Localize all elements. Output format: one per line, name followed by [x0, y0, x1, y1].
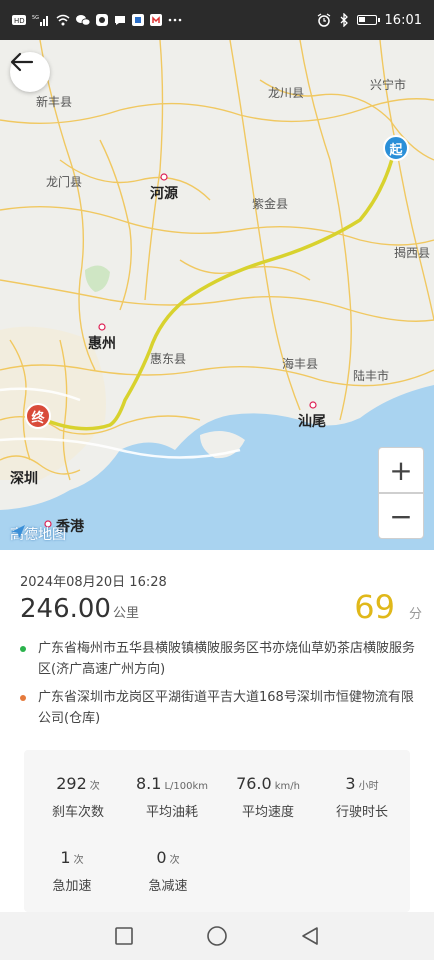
driving-stats: 292 次 刹车次数 8.1 L/100km 平均油耗 76.0 km/h 平均速度 … — [24, 750, 410, 912]
route-end-marker[interactable]: 终 — [25, 403, 51, 429]
square-icon — [115, 927, 133, 945]
map-label-longmen: 龙门县 — [46, 175, 83, 189]
distance-unit: 公里 — [112, 606, 139, 621]
signal-icon: 5G — [32, 13, 50, 27]
map-label-huizhou: 惠州 — [88, 336, 116, 352]
stat-value: 292 — [56, 774, 87, 793]
park-area — [85, 265, 110, 292]
stat-driving-duration: 3 小时 行驶时长 — [314, 774, 410, 820]
stat-value: 3 — [345, 774, 356, 793]
stat-hard-braking: 0次 急减速 — [120, 848, 216, 894]
status-icons: HD 5G — [12, 13, 182, 27]
svg-text:HD: HD — [14, 17, 25, 25]
more-icon — [168, 13, 182, 27]
svg-text:5G: 5G — [32, 15, 39, 21]
heyuan-dot — [160, 173, 168, 181]
map-label-shenzhen: 深圳 — [10, 471, 38, 487]
stat-unit: L/100km — [164, 781, 208, 792]
recent-apps-button[interactable] — [112, 924, 136, 948]
distance-value: 246.00 — [20, 594, 111, 624]
end-address: 广东省深圳市龙岗区平湖街道平吉大道168号深圳市恒健物流有限公司(仓库) — [20, 687, 420, 729]
system-nav-bar — [0, 912, 434, 960]
end-address-text: 广东省深圳市龙岗区平湖街道平吉大道168号深圳市恒健物流有限公司(仓库) — [38, 690, 414, 726]
status-bar: HD 5G 16:01 — [0, 0, 434, 40]
app-icon — [150, 13, 162, 27]
map-logo: 高德地图 — [10, 524, 66, 544]
map-label-lufeng: 陆丰市 — [353, 369, 390, 383]
map-label-zijin: 紫金县 — [252, 197, 289, 211]
stat-value: 8.1 — [135, 774, 162, 793]
map-label-heyuan: 河源 — [150, 186, 178, 202]
stat-unit: 次 — [89, 781, 100, 792]
stat-unit: km/h — [274, 781, 300, 792]
stat-value: 0 — [156, 848, 167, 867]
bluetooth-icon — [339, 13, 349, 27]
map-canvas — [0, 40, 434, 550]
stat-label: 平均速度 — [241, 805, 294, 820]
map-label-huidong: 惠东县 — [150, 352, 187, 366]
stat-fuel-consumption: 8.1 L/100km 平均油耗 — [122, 774, 222, 820]
stat-label: 刹车次数 — [51, 805, 104, 820]
amap-logo-icon — [11, 525, 25, 539]
stat-average-speed: 76.0 km/h 平均速度 — [220, 774, 316, 820]
back-button[interactable] — [10, 52, 50, 92]
stat-hard-acceleration: 1次 急加速 — [24, 848, 120, 894]
zoom-in-button[interactable]: + — [378, 447, 424, 493]
trip-date: 2024年08月20日 16:28 — [20, 575, 167, 590]
status-right: 16:01 — [317, 13, 422, 28]
battery-icon — [356, 15, 380, 25]
back-arrow-icon — [10, 52, 34, 72]
route-map[interactable]: 新丰县 龙川县 兴宁市 龙门县 河源 紫金县 揭西县 惠州 惠东县 海丰县 陆丰… — [0, 40, 434, 550]
triangle-back-icon — [302, 927, 318, 945]
wechat-icon — [76, 13, 90, 27]
map-label-xingning: 兴宁市 — [370, 78, 407, 92]
score-unit: 分 — [408, 607, 422, 622]
end-dot-icon — [20, 695, 26, 701]
start-dot-icon — [20, 646, 26, 652]
stat-unit: 次 — [73, 855, 84, 866]
app-icon — [96, 13, 108, 27]
map-label-haifeng: 海丰县 — [282, 357, 319, 371]
stat-label: 平均油耗 — [145, 805, 198, 820]
map-label-shanwei: 汕尾 — [298, 414, 326, 430]
map-label-jiexi: 揭西县 — [394, 246, 431, 260]
hd-icon: HD — [12, 13, 26, 27]
route-start-marker[interactable]: 起 — [383, 135, 409, 161]
start-address: 广东省梅州市五华县横陂镇横陂服务区书亦烧仙草奶茶店横陂服务区(济广高速广州方向) — [20, 638, 420, 680]
message-icon — [114, 13, 126, 27]
stat-label: 急加速 — [52, 879, 92, 894]
map-label-longchuan: 龙川县 — [268, 86, 305, 100]
shanwei-dot — [309, 401, 317, 409]
wifi-icon — [56, 13, 70, 27]
trip-distance: 246.00 公里 — [20, 594, 139, 624]
map-label-xinfeng: 新丰县 — [36, 95, 73, 109]
score-value: 69 — [354, 588, 395, 626]
stat-value: 1 — [60, 848, 71, 867]
home-button[interactable] — [205, 924, 229, 948]
stat-unit: 小时 — [358, 781, 379, 792]
start-address-text: 广东省梅州市五华县横陂镇横陂服务区书亦烧仙草奶茶店横陂服务区(济广高速广州方向) — [38, 641, 416, 677]
trip-info-card: 2024年08月20日 16:28 246.00 公里 69 分 广东省梅州市五… — [0, 550, 434, 912]
huizhou-dot — [98, 323, 106, 331]
zoom-out-button[interactable]: − — [378, 493, 424, 539]
stat-label: 行驶时长 — [335, 805, 388, 820]
trip-score: 69 分 — [354, 588, 422, 626]
app-icon — [132, 13, 144, 27]
stat-brake-count: 292 次 刹车次数 — [30, 774, 126, 820]
stat-unit: 次 — [169, 855, 180, 866]
back-nav-button[interactable] — [298, 924, 322, 948]
alarm-icon — [317, 13, 331, 27]
clock-time: 16:01 — [384, 12, 422, 28]
stat-label: 急减速 — [148, 879, 188, 894]
circle-icon — [207, 926, 227, 946]
stat-value: 76.0 — [236, 774, 272, 793]
